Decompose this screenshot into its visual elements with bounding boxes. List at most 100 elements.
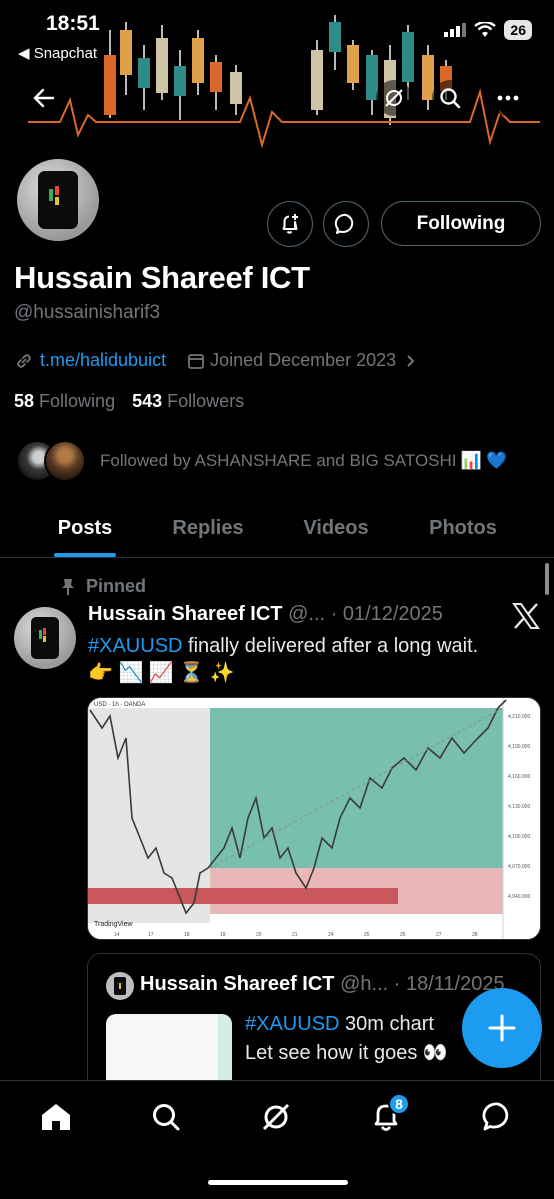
compose-button[interactable] bbox=[462, 988, 542, 1068]
search-icon bbox=[440, 88, 461, 109]
svg-text:4,190.000: 4,190.000 bbox=[508, 744, 530, 750]
svg-text:14: 14 bbox=[114, 932, 120, 938]
quote-text: #XAUUSD 30m chart Let see how it goes 👀 bbox=[245, 1010, 448, 1068]
following-button[interactable]: Following bbox=[381, 201, 541, 246]
messages-icon bbox=[482, 1102, 509, 1131]
follower-avatar-2 bbox=[44, 440, 86, 482]
tab-posts[interactable]: Posts bbox=[0, 500, 170, 557]
tab-replies[interactable]: Replies bbox=[170, 500, 246, 557]
post-author-meta: @... · 01/12/2025 bbox=[288, 603, 443, 625]
joined-date: Joined December 2023 bbox=[210, 350, 397, 370]
chevron-right-icon[interactable] bbox=[404, 354, 418, 368]
svg-text:26: 26 bbox=[400, 932, 406, 938]
home-icon bbox=[42, 1104, 70, 1130]
followed-by-row[interactable]: Followed by ASHANSHARE and BIG SATOSHI 📊… bbox=[16, 440, 508, 482]
back-to-app-link[interactable]: ◀ Snapchat bbox=[18, 44, 97, 62]
svg-text:4,040.000: 4,040.000 bbox=[508, 894, 530, 900]
svg-text:24: 24 bbox=[328, 932, 334, 938]
signal-icon bbox=[444, 23, 467, 37]
followed-by-emojis: 📊 💙 bbox=[460, 451, 508, 470]
following-stat[interactable]: 58 Following bbox=[14, 391, 115, 411]
post-author-avatar[interactable] bbox=[14, 607, 76, 669]
grok-icon bbox=[262, 1103, 290, 1131]
link-icon bbox=[17, 353, 31, 368]
back-arrow-icon bbox=[33, 88, 55, 108]
quote-author-avatar bbox=[106, 972, 134, 1000]
active-tab-indicator bbox=[54, 553, 116, 557]
message-button[interactable] bbox=[323, 201, 369, 247]
pin-icon bbox=[62, 578, 74, 595]
svg-text:19: 19 bbox=[220, 932, 226, 938]
svg-text:20: 20 bbox=[256, 932, 262, 938]
post-hashtag[interactable]: #XAUUSD bbox=[88, 635, 182, 657]
svg-text:17: 17 bbox=[148, 932, 154, 938]
wifi-icon bbox=[474, 22, 497, 37]
svg-text:TradingView: TradingView bbox=[94, 921, 133, 928]
scrollbar[interactable] bbox=[545, 563, 549, 595]
tab-label: Posts bbox=[57, 517, 113, 539]
profile-link[interactable]: t.me/halidubuict bbox=[40, 350, 166, 371]
svg-text:25: 25 bbox=[364, 932, 370, 938]
message-icon bbox=[334, 213, 354, 234]
svg-text:21: 21 bbox=[292, 932, 298, 938]
profile-avatar[interactable] bbox=[14, 156, 102, 244]
quote-author-name: Hussain Shareef ICT bbox=[140, 973, 335, 995]
quote-line2: Let see how it goes 👀 bbox=[245, 1042, 448, 1064]
svg-text:4,070.000: 4,070.000 bbox=[508, 864, 530, 870]
svg-text:28: 28 bbox=[472, 932, 478, 938]
nav-messages[interactable] bbox=[478, 1097, 518, 1137]
followers-count: 543 bbox=[132, 391, 163, 411]
profile-banner: 18:51 ◀ Snapchat 26 bbox=[0, 0, 554, 148]
nav-grok[interactable] bbox=[256, 1097, 296, 1137]
following-count: 58 bbox=[14, 391, 35, 411]
quote-header: Hussain Shareef ICT @h... · 18/11/2025 bbox=[140, 973, 505, 996]
quote-line1: 30m chart bbox=[339, 1013, 434, 1035]
following-label: Following bbox=[39, 391, 116, 411]
more-button[interactable] bbox=[490, 80, 526, 116]
tradingview-chart-screenshot: USD · 1h · OANDA TradingView 4,210.000 4,… bbox=[88, 698, 540, 939]
follow-counts: 58 Following 543 Followers bbox=[14, 391, 244, 412]
x-logo-icon[interactable] bbox=[512, 603, 540, 629]
calendar-icon bbox=[188, 353, 204, 369]
home-indicator bbox=[208, 1180, 348, 1185]
nav-home[interactable] bbox=[36, 1097, 76, 1137]
search-icon bbox=[153, 1104, 180, 1131]
nav-search[interactable] bbox=[146, 1097, 186, 1137]
grok-button[interactable] bbox=[376, 80, 412, 116]
svg-text:18: 18 bbox=[184, 932, 190, 938]
svg-text:4,100.000: 4,100.000 bbox=[508, 834, 530, 840]
tab-label: Photos bbox=[429, 517, 497, 539]
pinned-label: Pinned bbox=[60, 576, 146, 597]
tab-label: Videos bbox=[303, 517, 369, 539]
nav-notifications[interactable]: 8 bbox=[366, 1093, 410, 1137]
svg-text:27: 27 bbox=[436, 932, 442, 938]
svg-text:4,210.000: 4,210.000 bbox=[508, 714, 530, 720]
tab-photos[interactable]: Photos bbox=[426, 500, 500, 557]
post-emojis: 👉 📉 📈 ⏳ ✨ bbox=[88, 662, 235, 684]
post-header[interactable]: Hussain Shareef ICT @... · 01/12/2025 bbox=[88, 603, 443, 626]
search-button[interactable] bbox=[432, 80, 468, 116]
svg-text:USD · 1h · OANDA: USD · 1h · OANDA bbox=[94, 702, 145, 708]
post-author-name: Hussain Shareef ICT bbox=[88, 603, 283, 625]
status-time: 18:51 bbox=[46, 12, 100, 35]
followed-by-text: Followed by ASHANSHARE and BIG SATOSHI bbox=[100, 451, 457, 470]
post-body: finally delivered after a long wait. bbox=[182, 635, 479, 657]
svg-text:4,160.000: 4,160.000 bbox=[508, 774, 530, 780]
post-text: #XAUUSD finally delivered after a long w… bbox=[88, 632, 528, 660]
battery-icon: 26 bbox=[504, 20, 532, 40]
plus-icon bbox=[488, 1014, 516, 1042]
avatar-phone-image bbox=[38, 171, 78, 229]
tab-label: Replies bbox=[172, 517, 244, 539]
notify-button[interactable] bbox=[267, 201, 313, 247]
profile-tabs: Posts Replies Videos Photos bbox=[0, 500, 554, 558]
status-icons: 26 bbox=[444, 20, 532, 40]
tab-videos[interactable]: Videos bbox=[246, 500, 426, 557]
post-chart-image[interactable]: USD · 1h · OANDA TradingView 4,210.000 4,… bbox=[87, 697, 541, 940]
followers-stat[interactable]: 543 Followers bbox=[132, 391, 244, 411]
more-icon bbox=[497, 95, 519, 101]
profile-handle: @hussainisharif3 bbox=[14, 302, 161, 323]
back-button[interactable] bbox=[26, 80, 62, 116]
grok-icon bbox=[385, 89, 403, 107]
followers-label: Followers bbox=[167, 391, 245, 411]
quote-hashtag[interactable]: #XAUUSD bbox=[245, 1013, 339, 1035]
